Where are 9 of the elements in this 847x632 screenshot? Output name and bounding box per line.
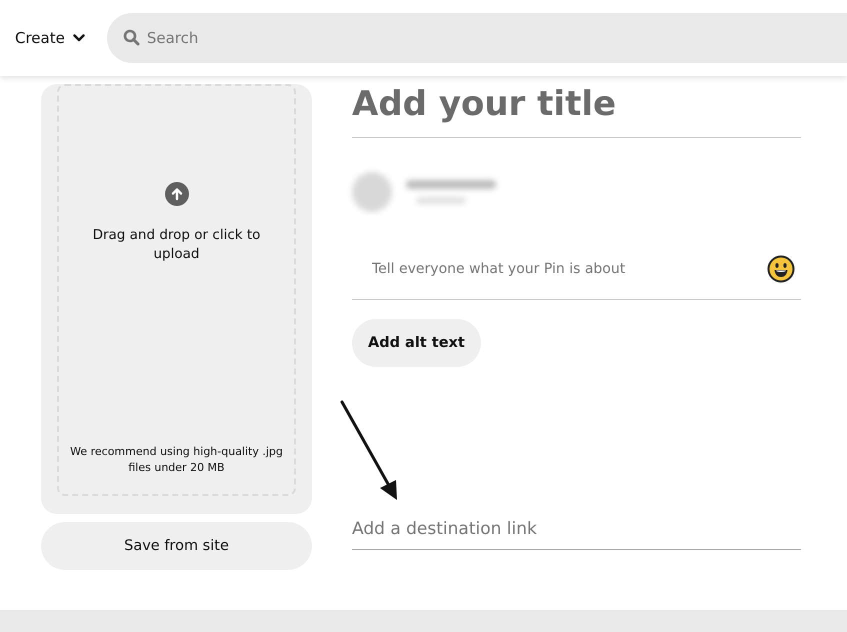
upload-prompt: Drag and drop or click to upload [92, 226, 262, 264]
file-recommendation: We recommend using high-quality .jpg files under 20 MB [69, 444, 284, 476]
save-from-site-button[interactable]: Save from site [41, 522, 312, 570]
chevron-down-icon [72, 34, 85, 42]
search-field[interactable]: Search [106, 13, 847, 63]
search-icon [122, 29, 140, 46]
upload-card[interactable]: Drag and drop or click to upload We recommend using high-quality .jpg files under 20 MB [41, 84, 312, 514]
add-alt-text-button[interactable]: Add alt text [352, 319, 481, 367]
create-menu[interactable]: Create [0, 29, 85, 47]
